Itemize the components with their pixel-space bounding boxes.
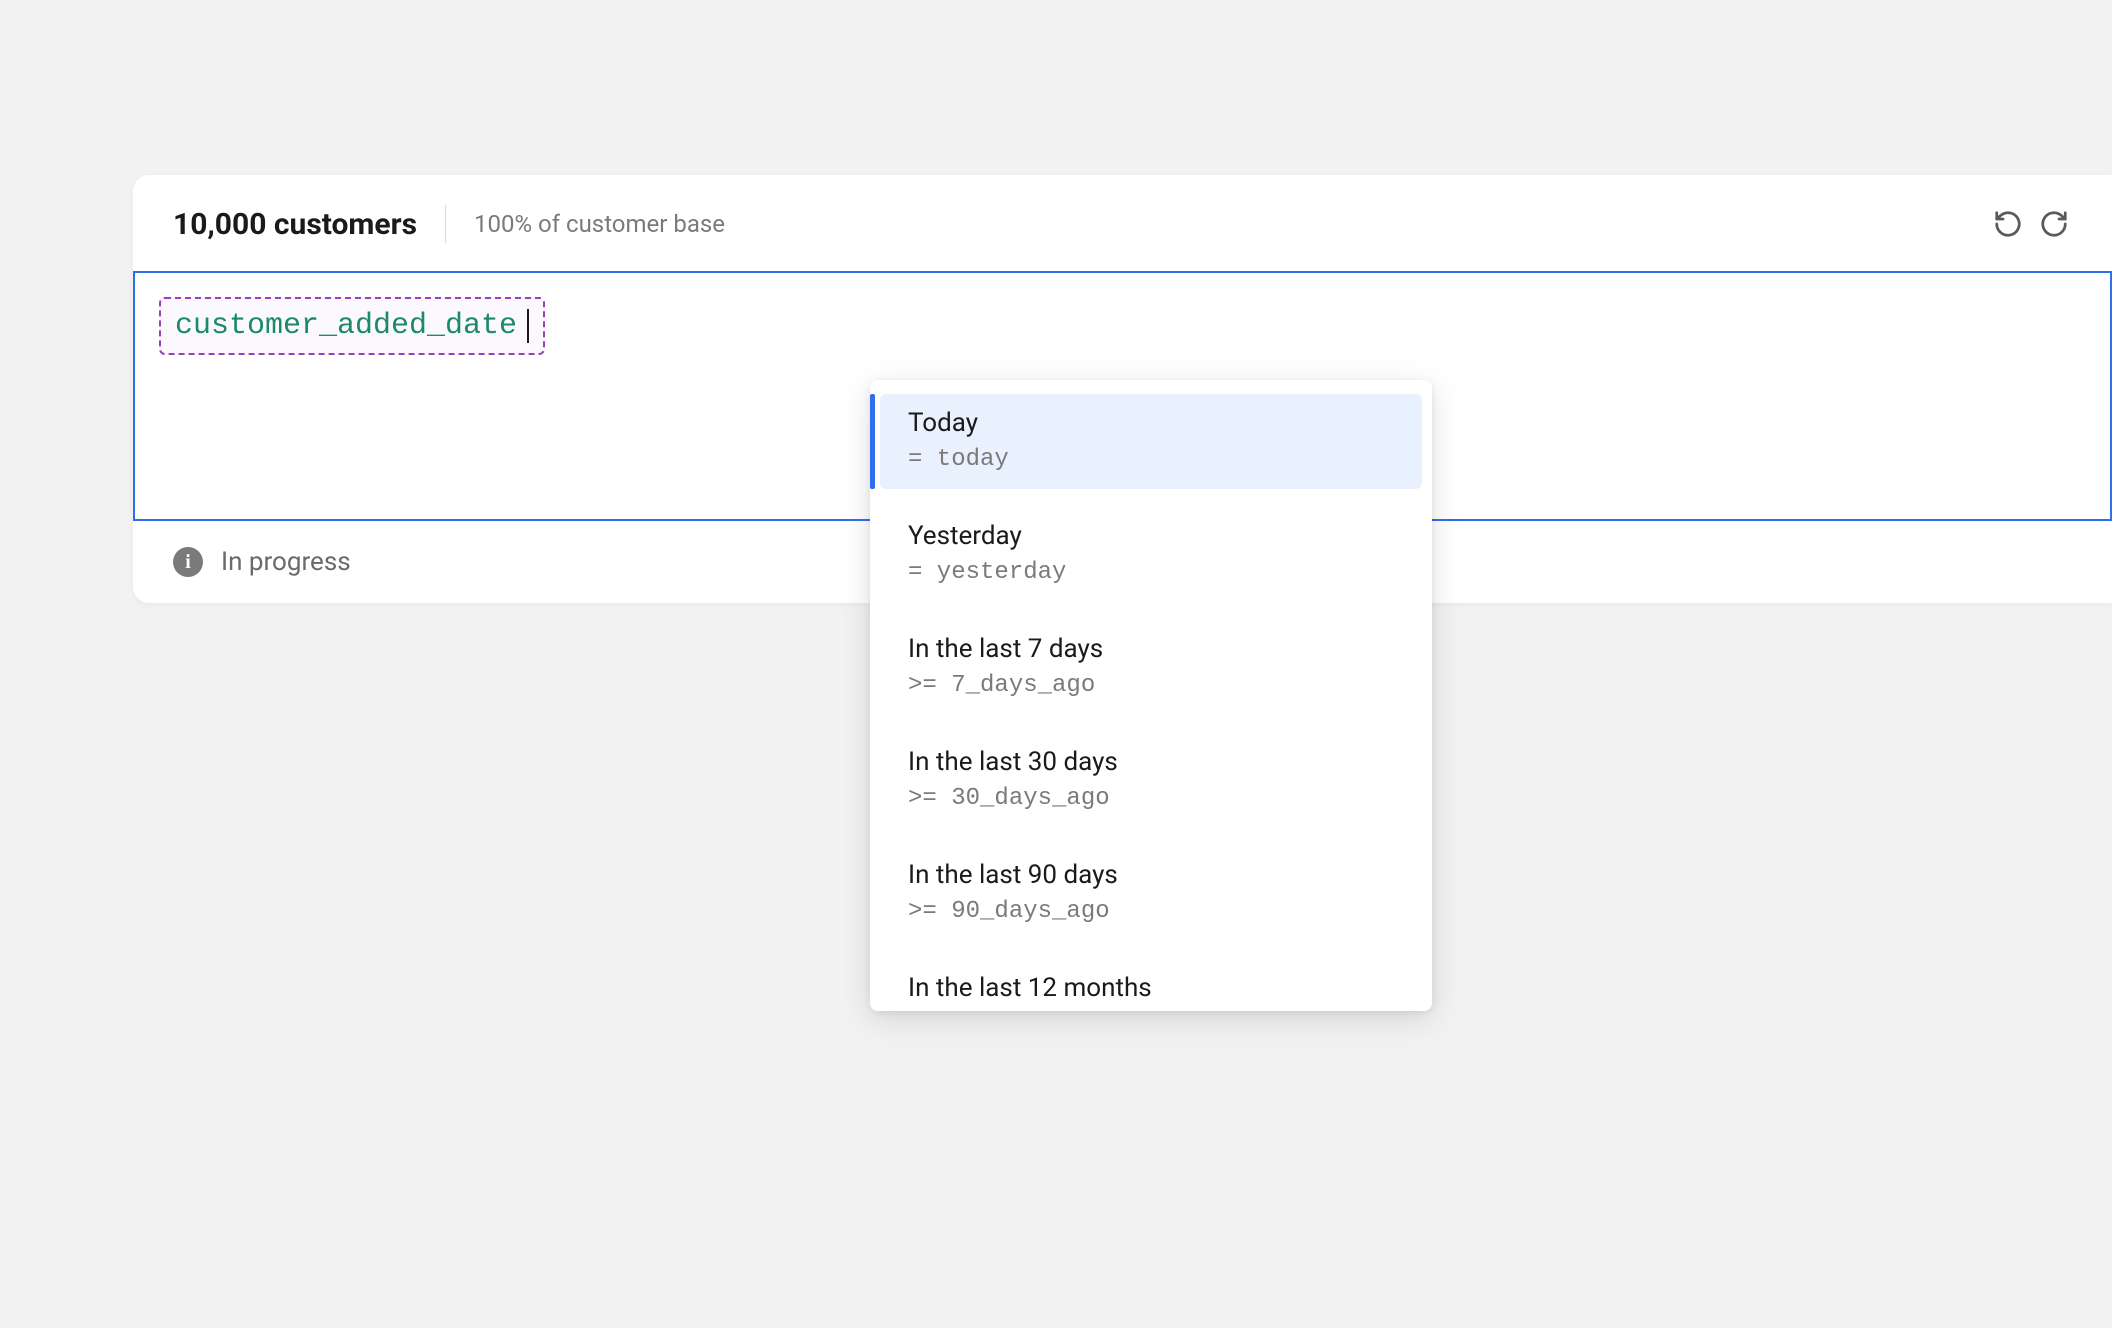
- dropdown-item[interactable]: In the last 7 days >= 7_days_ago: [880, 620, 1422, 715]
- dropdown-item[interactable]: Yesterday = yesterday: [880, 507, 1422, 602]
- undo-icon: [1993, 209, 2023, 239]
- dropdown-item[interactable]: In the last 12 months: [880, 959, 1422, 1003]
- dropdown-item[interactable]: Today = today: [880, 394, 1422, 489]
- date-suggestions-dropdown: Today = today Yesterday = yesterday In the l…: [870, 380, 1432, 1011]
- dropdown-item-code: = yesterday: [908, 559, 1394, 586]
- dropdown-item-label: Yesterday: [908, 521, 1394, 551]
- redo-icon: [2039, 209, 2069, 239]
- dropdown-item-label: In the last 12 months: [908, 973, 1394, 1003]
- dropdown-item-label: In the last 90 days: [908, 860, 1394, 890]
- dropdown-item-label: In the last 7 days: [908, 634, 1394, 664]
- query-token[interactable]: customer_added_date: [159, 297, 545, 355]
- percentage-text: 100% of customer base: [474, 210, 725, 238]
- card-header: 10,000 customers 100% of customer base: [133, 175, 2112, 271]
- dropdown-item-label: Today: [908, 408, 1394, 438]
- dropdown-item-code: >= 90_days_ago: [908, 898, 1394, 925]
- undo-redo-group: [1990, 206, 2072, 242]
- dropdown-item-code: >= 7_days_ago: [908, 672, 1394, 699]
- vertical-divider: [445, 205, 446, 243]
- dropdown-item-code: = today: [908, 446, 1394, 473]
- info-icon: i: [173, 547, 203, 577]
- dropdown-item-label: In the last 30 days: [908, 747, 1394, 777]
- customer-count: 10,000 customers: [173, 207, 417, 242]
- dropdown-item[interactable]: In the last 30 days >= 30_days_ago: [880, 733, 1422, 828]
- dropdown-item[interactable]: In the last 90 days >= 90_days_ago: [880, 846, 1422, 941]
- text-cursor: [527, 309, 529, 343]
- query-token-text: customer_added_date: [175, 309, 517, 343]
- redo-button[interactable]: [2036, 206, 2072, 242]
- undo-button[interactable]: [1990, 206, 2026, 242]
- dropdown-item-code: >= 30_days_ago: [908, 785, 1394, 812]
- status-text: In progress: [221, 547, 351, 577]
